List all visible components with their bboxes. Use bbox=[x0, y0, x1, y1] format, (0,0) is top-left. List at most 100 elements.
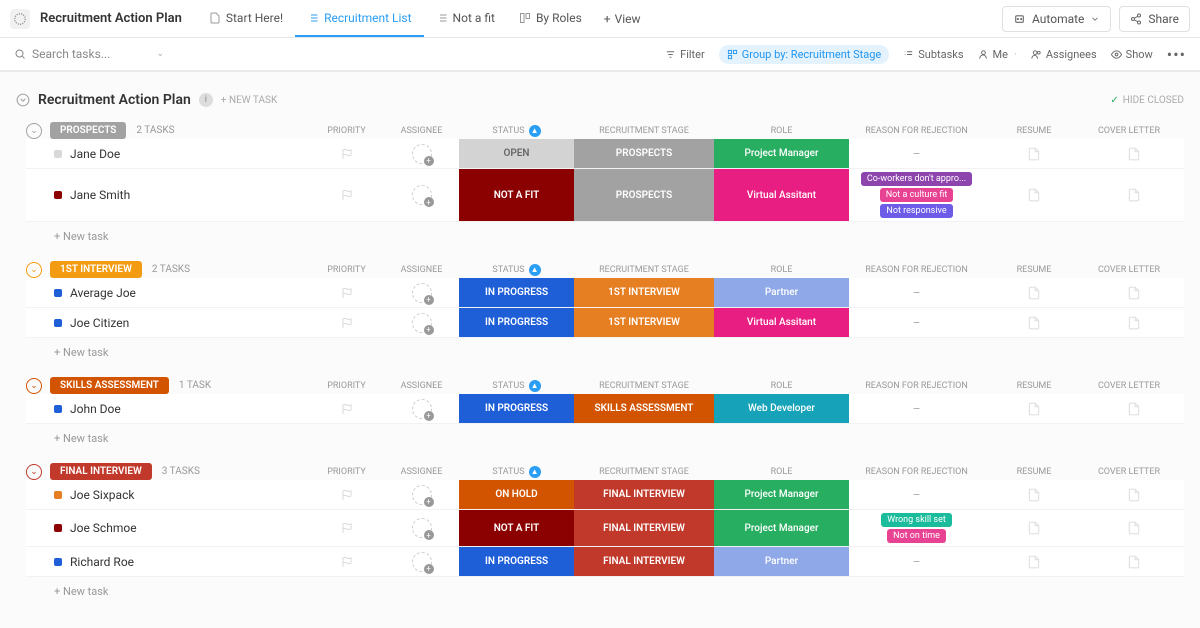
task-row[interactable]: John Doe IN PROGRESS SKILLS ASSESSMENT W… bbox=[26, 394, 1184, 424]
document-icon[interactable] bbox=[1127, 146, 1141, 162]
reason-cell[interactable]: – bbox=[849, 278, 984, 307]
flag-icon[interactable] bbox=[341, 148, 353, 160]
reason-tag[interactable]: Co-workers don't appro... bbox=[861, 172, 972, 186]
task-row[interactable]: Joe Sixpack ON HOLD FINAL INTERVIEW Proj… bbox=[26, 480, 1184, 510]
priority-cell[interactable] bbox=[309, 394, 384, 423]
tab-start-here-[interactable]: Start Here! bbox=[197, 0, 295, 37]
col-stage[interactable]: RECRUITMENT STAGE bbox=[574, 467, 714, 477]
task-row[interactable]: Joe Schmoe NOT A FIT FINAL INTERVIEW Pro… bbox=[26, 510, 1184, 547]
col-priority[interactable]: PRIORITY bbox=[309, 265, 384, 275]
cover-cell[interactable] bbox=[1084, 394, 1184, 423]
col-priority[interactable]: PRIORITY bbox=[309, 381, 384, 391]
role-cell[interactable]: Virtual Assitant bbox=[714, 169, 849, 221]
col-stage[interactable]: RECRUITMENT STAGE bbox=[574, 126, 714, 136]
col-priority[interactable]: PRIORITY bbox=[309, 467, 384, 477]
flag-icon[interactable] bbox=[341, 489, 353, 501]
cover-cell[interactable] bbox=[1084, 547, 1184, 576]
avatar-placeholder[interactable] bbox=[412, 144, 432, 164]
document-icon[interactable] bbox=[1027, 401, 1041, 417]
reason-tag[interactable]: Wrong skill set bbox=[881, 513, 952, 527]
role-cell[interactable]: Partner bbox=[714, 547, 849, 576]
new-task-row[interactable]: + New task bbox=[26, 577, 1184, 598]
stage-cell[interactable]: FINAL INTERVIEW bbox=[574, 480, 714, 509]
assignee-cell[interactable] bbox=[384, 394, 459, 423]
col-assignee[interactable]: ASSIGNEE bbox=[384, 126, 459, 136]
priority-cell[interactable] bbox=[309, 510, 384, 546]
new-task-row[interactable]: + New task bbox=[26, 222, 1184, 243]
task-name[interactable]: John Doe bbox=[26, 394, 309, 423]
add-view-button[interactable]: +View bbox=[594, 12, 651, 26]
task-row[interactable]: Richard Roe IN PROGRESS FINAL INTERVIEW … bbox=[26, 547, 1184, 577]
task-name[interactable]: Jane Doe bbox=[26, 139, 309, 168]
resume-cell[interactable] bbox=[984, 308, 1084, 337]
avatar-placeholder[interactable] bbox=[412, 518, 432, 538]
col-role[interactable]: ROLE bbox=[714, 265, 849, 275]
priority-cell[interactable] bbox=[309, 480, 384, 509]
col-cover[interactable]: COVER LETTER bbox=[1084, 265, 1184, 275]
document-icon[interactable] bbox=[1127, 554, 1141, 570]
col-stage[interactable]: RECRUITMENT STAGE bbox=[574, 265, 714, 275]
cover-cell[interactable] bbox=[1084, 480, 1184, 509]
avatar-placeholder[interactable] bbox=[412, 185, 432, 205]
task-name[interactable]: Joe Sixpack bbox=[26, 480, 309, 509]
assignees-button[interactable]: Assignees bbox=[1031, 48, 1097, 61]
document-icon[interactable] bbox=[1027, 554, 1041, 570]
doc-title[interactable]: Recruitment Action Plan bbox=[40, 11, 182, 26]
reason-cell[interactable]: – bbox=[849, 308, 984, 337]
hide-closed-button[interactable]: ✓HIDE CLOSED bbox=[1110, 95, 1184, 106]
me-button[interactable]: Me· bbox=[978, 48, 1017, 61]
resume-cell[interactable] bbox=[984, 547, 1084, 576]
document-icon[interactable] bbox=[1027, 285, 1041, 301]
document-icon[interactable] bbox=[1127, 285, 1141, 301]
col-reason[interactable]: REASON FOR REJECTION bbox=[849, 467, 984, 477]
col-reason[interactable]: REASON FOR REJECTION bbox=[849, 126, 984, 136]
assignee-cell[interactable] bbox=[384, 480, 459, 509]
tab-recruitment-list[interactable]: Recruitment List bbox=[295, 0, 423, 37]
flag-icon[interactable] bbox=[341, 317, 353, 329]
automate-button[interactable]: Automate bbox=[1002, 6, 1111, 32]
stage-cell[interactable]: FINAL INTERVIEW bbox=[574, 510, 714, 546]
task-row[interactable]: Jane Doe OPEN PROSPECTS Project Manager … bbox=[26, 139, 1184, 169]
filter-button[interactable]: Filter bbox=[665, 48, 705, 61]
reason-cell[interactable]: Wrong skill setNot on time bbox=[849, 510, 984, 546]
status-cell[interactable]: NOT A FIT bbox=[459, 169, 574, 221]
resume-cell[interactable] bbox=[984, 169, 1084, 221]
document-icon[interactable] bbox=[1127, 401, 1141, 417]
task-row[interactable]: Joe Citizen IN PROGRESS 1ST INTERVIEW Vi… bbox=[26, 308, 1184, 338]
collapse-icon[interactable]: ⌄ bbox=[26, 123, 42, 139]
assignee-cell[interactable] bbox=[384, 139, 459, 168]
task-name[interactable]: Joe Schmoe bbox=[26, 510, 309, 546]
show-button[interactable]: Show bbox=[1111, 48, 1153, 61]
priority-cell[interactable] bbox=[309, 547, 384, 576]
group-badge[interactable]: FINAL INTERVIEW bbox=[50, 463, 152, 480]
task-name[interactable]: Average Joe bbox=[26, 278, 309, 307]
more-menu[interactable]: ••• bbox=[1167, 45, 1186, 64]
assignee-cell[interactable] bbox=[384, 169, 459, 221]
flag-icon[interactable] bbox=[341, 189, 353, 201]
collapse-icon[interactable]: ⌄ bbox=[26, 378, 42, 394]
flag-icon[interactable] bbox=[341, 522, 353, 534]
search-input[interactable]: Search tasks... ⌄ bbox=[14, 47, 164, 61]
role-cell[interactable]: Virtual Assitant bbox=[714, 308, 849, 337]
col-role[interactable]: ROLE bbox=[714, 381, 849, 391]
document-icon[interactable] bbox=[1127, 315, 1141, 331]
avatar-placeholder[interactable] bbox=[412, 283, 432, 303]
col-role[interactable]: ROLE bbox=[714, 467, 849, 477]
reason-cell[interactable]: – bbox=[849, 547, 984, 576]
assignee-cell[interactable] bbox=[384, 547, 459, 576]
resume-cell[interactable] bbox=[984, 139, 1084, 168]
col-assignee[interactable]: ASSIGNEE bbox=[384, 467, 459, 477]
collapse-icon[interactable]: ⌄ bbox=[26, 464, 42, 480]
collapse-icon[interactable]: ⌄ bbox=[26, 262, 42, 278]
tab-by-roles[interactable]: By Roles bbox=[507, 0, 594, 37]
status-cell[interactable]: IN PROGRESS bbox=[459, 278, 574, 307]
col-assignee[interactable]: ASSIGNEE bbox=[384, 381, 459, 391]
reason-tag[interactable]: Not responsive bbox=[880, 204, 952, 218]
task-name[interactable]: Richard Roe bbox=[26, 547, 309, 576]
new-task-row[interactable]: + New task bbox=[26, 424, 1184, 445]
reason-cell[interactable]: – bbox=[849, 394, 984, 423]
col-status[interactable]: STATUS▲ bbox=[459, 125, 574, 137]
col-role[interactable]: ROLE bbox=[714, 126, 849, 136]
cover-cell[interactable] bbox=[1084, 510, 1184, 546]
group-badge[interactable]: SKILLS ASSESSMENT bbox=[50, 377, 169, 394]
